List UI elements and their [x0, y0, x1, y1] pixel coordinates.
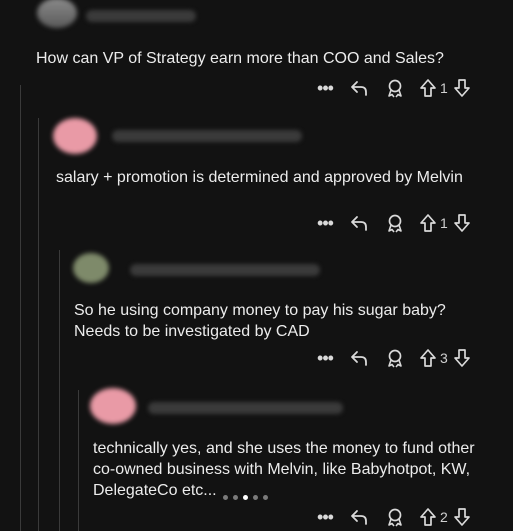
- reply-icon[interactable]: [348, 506, 370, 528]
- downvote-icon[interactable]: [452, 506, 472, 528]
- upvote-icon[interactable]: [418, 506, 438, 528]
- avatar[interactable]: [53, 118, 97, 154]
- downvote-icon[interactable]: [452, 347, 472, 369]
- author-name[interactable]: [86, 10, 196, 22]
- vote-count: 1: [440, 215, 448, 231]
- page-dot[interactable]: [263, 495, 268, 500]
- more-icon[interactable]: •••: [312, 348, 338, 369]
- upvote-icon[interactable]: [418, 77, 438, 99]
- upvote-icon[interactable]: [418, 212, 438, 234]
- more-icon[interactable]: •••: [312, 213, 338, 234]
- award-icon[interactable]: [384, 212, 406, 234]
- avatar[interactable]: [73, 253, 109, 283]
- comment-text: How can VP of Strategy earn more than CO…: [36, 50, 444, 67]
- author-name[interactable]: [112, 130, 302, 142]
- vote-count: 2: [440, 509, 448, 525]
- comment-text: So he using company money to pay his sug…: [74, 302, 446, 340]
- page-indicator[interactable]: [223, 495, 268, 500]
- page-dot[interactable]: [233, 495, 238, 500]
- comment-actions: ••• 1: [312, 77, 472, 99]
- thread-line: [38, 118, 39, 531]
- comment-actions: ••• 3: [312, 347, 472, 369]
- author-name[interactable]: [130, 264, 320, 276]
- comment-text: technically yes, and she uses the money …: [93, 440, 475, 499]
- more-icon[interactable]: •••: [312, 507, 338, 528]
- reply-icon[interactable]: [348, 347, 370, 369]
- avatar[interactable]: [90, 388, 136, 424]
- more-icon[interactable]: •••: [312, 78, 338, 99]
- comment-thread: How can VP of Strategy earn more than CO…: [0, 0, 513, 531]
- comment-actions: ••• 1: [312, 212, 472, 234]
- award-icon[interactable]: [384, 77, 406, 99]
- award-icon[interactable]: [384, 347, 406, 369]
- reply-icon[interactable]: [348, 212, 370, 234]
- thread-line: [78, 390, 79, 531]
- comment-actions: ••• 2: [312, 506, 472, 528]
- page-dot[interactable]: [223, 495, 228, 500]
- downvote-icon[interactable]: [452, 77, 472, 99]
- page-dot-active[interactable]: [243, 495, 248, 500]
- downvote-icon[interactable]: [452, 212, 472, 234]
- page-dot[interactable]: [253, 495, 258, 500]
- vote-count: 3: [440, 350, 448, 366]
- award-icon[interactable]: [384, 506, 406, 528]
- comment-text: salary + promotion is determined and app…: [56, 169, 463, 186]
- thread-line: [59, 250, 60, 531]
- vote-count: 1: [440, 80, 448, 96]
- thread-line: [20, 85, 21, 531]
- author-name[interactable]: [148, 402, 343, 414]
- avatar[interactable]: [37, 0, 77, 28]
- upvote-icon[interactable]: [418, 347, 438, 369]
- reply-icon[interactable]: [348, 77, 370, 99]
